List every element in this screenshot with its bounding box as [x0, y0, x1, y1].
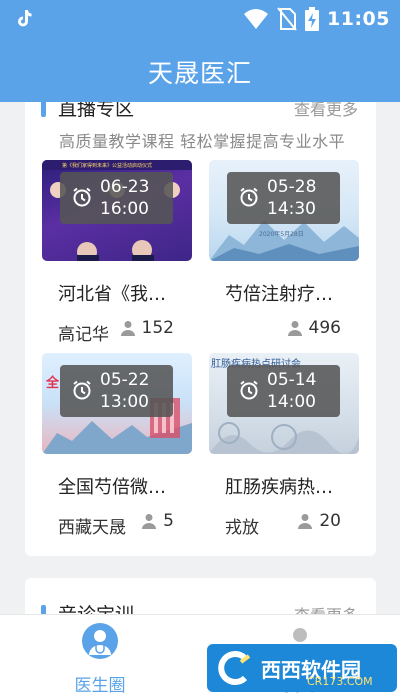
course-thumbnail[interactable]: 2020年5月28日 05-28 14:30 — [209, 160, 359, 261]
course-thumbnail[interactable]: 全 05-22 13:00 — [42, 353, 192, 454]
course-card[interactable]: 第《我们家得到未来》公益活动启动仪式 06-23 16:00 河北省《我… 高记 — [42, 160, 192, 360]
page-title: 天晟医汇 — [147, 59, 252, 88]
live-time: 14:00 — [267, 392, 316, 412]
course-card[interactable]: 全 05-22 13:00 全国芍倍微… 西藏天晟 5 — [42, 353, 192, 553]
person-icon — [142, 514, 157, 529]
tiktok-icon — [18, 10, 32, 27]
section-accent-bar — [41, 102, 46, 117]
tab-doctor-circle[interactable]: 医生圈 — [0, 615, 200, 700]
clock-icon — [73, 187, 91, 207]
second-section-card: 音诊宝训 查看更多 — [25, 578, 376, 614]
viewer-count-value: 152 — [141, 318, 174, 338]
viewer-count: 152 — [120, 318, 174, 338]
course-title[interactable]: 河北省《我… — [58, 280, 166, 306]
live-time-box: 05-28 14:30 — [227, 172, 340, 224]
course-title[interactable]: 全国芍倍微… — [58, 473, 166, 499]
person-icon — [120, 321, 135, 336]
live-date: 05-14 — [267, 370, 317, 390]
viewer-count-value: 496 — [308, 318, 341, 338]
clock-icon — [73, 380, 91, 400]
live-time: 16:00 — [100, 199, 149, 219]
thumb-caption: 全 — [45, 375, 60, 391]
second-section-header: 音诊宝训 — [41, 600, 134, 614]
live-section-header: 直播专区 — [41, 102, 134, 121]
live-time: 13:00 — [100, 392, 149, 412]
tab-label: 医生圈 — [74, 676, 126, 696]
viewer-count: 5 — [141, 511, 174, 531]
wifi-icon — [244, 9, 269, 29]
course-title[interactable]: 肛肠疾病热… — [225, 473, 333, 499]
section-accent-bar — [41, 604, 46, 614]
course-teacher: 高记华 — [58, 325, 109, 345]
viewer-count-value: 5 — [163, 511, 174, 531]
doctor-icon — [82, 623, 118, 659]
live-date: 05-22 — [100, 370, 150, 390]
thumb-caption: 第《我们家得到未来》公益活动启动仪式 — [62, 162, 152, 169]
course-title[interactable]: 芍倍注射疗… — [225, 280, 333, 306]
battery-charging-icon — [305, 7, 320, 31]
status-time: 11:05 — [327, 8, 390, 30]
watermark-logo: 西西软件园 CR173.COM — [207, 644, 397, 692]
viewer-count-value: 20 — [319, 511, 341, 531]
live-time-box: 05-22 13:00 — [60, 365, 173, 417]
live-view-more-link[interactable]: 查看更多 — [294, 102, 358, 120]
second-section-title: 音诊宝训 — [58, 600, 134, 614]
course-thumbnail[interactable]: 肛肠疾病热点研讨会 05-14 14:00 — [209, 353, 359, 454]
person-icon — [287, 321, 302, 336]
live-time-box: 06-23 16:00 — [60, 172, 173, 224]
live-time: 14:30 — [267, 199, 316, 219]
app-header: 天晟医汇 — [0, 40, 400, 102]
live-section-subtitle: 高质量教学课程 轻松掌握提高专业水平 — [59, 132, 346, 151]
course-card[interactable]: 2020年5月28日 05-28 14:30 芍倍注射疗… 496 — [209, 160, 359, 360]
person-icon — [298, 514, 313, 529]
second-view-more-link[interactable]: 查看更多 — [294, 602, 358, 614]
watermark-url: CR173.COM — [307, 675, 373, 688]
viewer-count: 496 — [287, 318, 341, 338]
clock-icon — [240, 380, 258, 400]
live-time-box: 05-14 14:00 — [227, 365, 340, 417]
course-teacher: 戎放 — [225, 518, 259, 538]
no-sim-icon — [277, 7, 297, 31]
course-thumbnail[interactable]: 第《我们家得到未来》公益活动启动仪式 06-23 16:00 — [42, 160, 192, 261]
course-teacher: 西藏天晟 — [58, 518, 126, 538]
clock-icon — [240, 187, 258, 207]
live-date: 05-28 — [267, 177, 317, 197]
content-scroll[interactable]: 直播专区 查看更多 高质量教学课程 轻松掌握提高专业水平 第《我们家得到未来》公… — [0, 102, 400, 614]
watermark-c-icon — [218, 651, 251, 685]
live-section-title: 直播专区 — [58, 102, 135, 120]
viewer-count: 20 — [297, 511, 341, 531]
live-section-card: 直播专区 查看更多 高质量教学课程 轻松掌握提高专业水平 第《我们家得到未来》公… — [25, 102, 376, 556]
live-date: 06-23 — [100, 177, 150, 197]
thumb-caption: 2020年5月28日 — [259, 230, 304, 238]
course-card[interactable]: 肛肠疾病热点研讨会 05-14 14:00 肛肠疾病热… 戎放 — [209, 353, 359, 553]
status-bar: 11:05 — [0, 0, 400, 40]
